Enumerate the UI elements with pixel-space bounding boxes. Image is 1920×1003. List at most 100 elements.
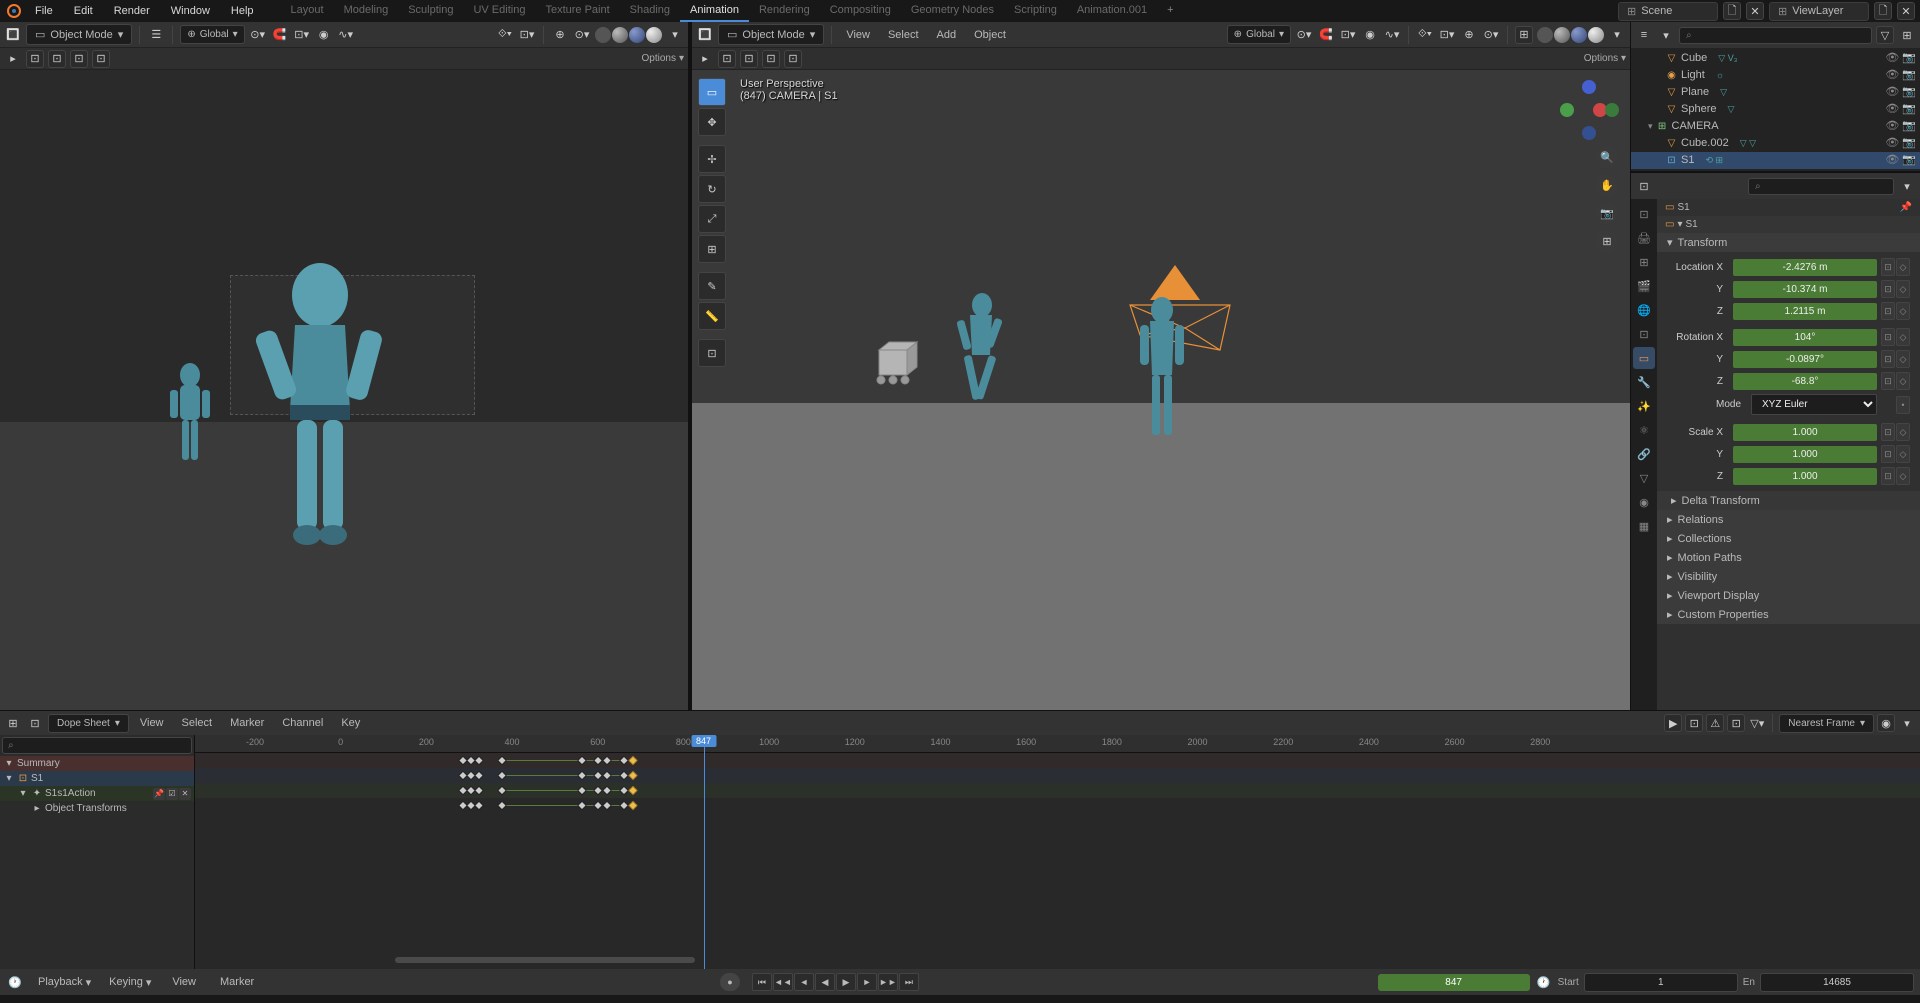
pivot-icon[interactable]: ⊙▾ [249,26,267,44]
rotation-x-field[interactable] [1733,329,1877,346]
workspace-tab-texture-paint[interactable]: Texture Paint [535,0,619,22]
overlay-dd-icon[interactable]: ⊙▾ [573,26,591,44]
shading-mat-r-icon[interactable] [1571,27,1587,43]
overlay-r-icon[interactable]: ⊕ [1460,26,1478,44]
tab-collection[interactable]: ⊡ [1633,323,1655,345]
keyframe[interactable] [628,786,638,796]
options-left[interactable]: Options ▾ [642,53,685,64]
ds-view[interactable]: View [133,714,171,732]
ds-filter2-icon[interactable]: ⊡ [1685,714,1703,732]
ds-prop-icon[interactable]: ◉ [1877,714,1895,732]
workspace-tab-layout[interactable]: Layout [281,0,334,22]
jump-start-button[interactable]: ⏮ [752,973,772,991]
outliner-editor-icon[interactable]: ≡ [1635,26,1653,44]
viewlayer-new-button[interactable]: 🗋 [1874,2,1892,20]
sel-box2-icon[interactable]: ⊡ [48,50,66,68]
outliner-item-sphere[interactable]: ▽Sphere▽👁📷 [1631,101,1920,118]
render-icon[interactable]: 📷 [1902,51,1916,66]
shading-render-icon[interactable] [646,27,662,43]
keyframe[interactable] [497,756,507,766]
tab-world[interactable]: 🌐 [1633,299,1655,321]
pivot-r-icon[interactable]: ⊙▾ [1295,26,1313,44]
timeline-track[interactable] [195,783,1920,798]
tool-settings-r-icon[interactable]: ▸ [696,50,714,68]
menu-help[interactable]: Help [222,2,263,20]
scale-y-field[interactable] [1733,446,1877,463]
tool-cursor[interactable]: ✥ [698,108,726,136]
tab-output[interactable]: 🖨 [1633,227,1655,249]
section-delta[interactable]: ▸ Delta Transform [1657,491,1920,510]
tf-playback[interactable]: Playback ▾ [34,974,95,991]
prop-dd-icon[interactable]: ∿▾ [337,26,355,44]
ds-select[interactable]: Select [175,714,220,732]
selb3-r-icon[interactable]: ⊡ [762,50,780,68]
scene-new-button[interactable]: 🗋 [1723,2,1741,20]
end-frame-field[interactable] [1760,973,1914,992]
outliner[interactable]: ▽Cube▽ V₃👁📷◉Light☼👁📷▽Plane▽👁📷▽Sphere▽👁📷▾… [1631,48,1920,171]
shading-solid-r-icon[interactable] [1554,27,1570,43]
tab-particles[interactable]: ✨ [1633,395,1655,417]
prop-edit-icon[interactable]: ◉ [315,26,333,44]
autokey-icon[interactable]: ● [720,973,740,991]
timeline-graph[interactable]: -200020040060080010001200140016001800200… [195,735,1920,969]
shading-solid-icon[interactable] [612,27,628,43]
tab-render[interactable]: ⊡ [1633,203,1655,225]
tool-settings-icon[interactable]: ▸ [4,50,22,68]
ds-channel[interactable]: Channel [275,714,330,732]
outliner-item-plane[interactable]: ▽Plane▽👁📷 [1631,84,1920,101]
menu-icon[interactable]: ☰ [147,26,165,44]
workspace-tab-shading[interactable]: Shading [620,0,680,22]
workspace-tab-animation[interactable]: Animation [680,0,749,22]
scene-selector[interactable]: ⊞Scene [1618,2,1718,21]
snap-icon[interactable]: 🧲 [271,26,289,44]
keyframe[interactable] [474,801,484,811]
menu-edit[interactable]: Edit [65,2,102,20]
rotation-z-field[interactable] [1733,373,1877,390]
ds-filter1-icon[interactable]: ▶ [1664,714,1682,732]
camera-view-icon[interactable]: 📷 [1596,202,1618,224]
tool-annotate[interactable]: ✎ [698,272,726,300]
tool-scale[interactable]: ⤢ [698,205,726,233]
editor-type-icon[interactable]: 🔳 [4,26,22,44]
ds-filter4-icon[interactable]: ⊡ [1727,714,1745,732]
prop-r-icon[interactable]: ◉ [1361,26,1379,44]
eye-icon[interactable]: 👁 [1885,153,1899,168]
menu-select-r[interactable]: Select [881,26,926,44]
mode-dropdown-right[interactable]: ▭Object Mode▾ [718,24,824,45]
dopesheet-action-icon[interactable]: ⊡ [26,714,44,732]
tab-constraints[interactable]: 🔗 [1633,443,1655,465]
tool-select-box[interactable]: ▭ [698,78,726,106]
f2-r-icon[interactable]: ⊡▾ [1438,26,1456,44]
workspace-tab-rendering[interactable]: Rendering [749,0,820,22]
scale-z-field[interactable] [1733,468,1877,485]
rotation-mode-field[interactable]: XYZ Euler [1751,394,1877,415]
zoom-icon[interactable]: 🔍 [1596,146,1618,168]
playhead[interactable] [704,735,705,969]
shading-render-r-icon[interactable] [1588,27,1604,43]
selb2-r-icon[interactable]: ⊡ [740,50,758,68]
props-editor-icon[interactable]: ⊡ [1635,177,1653,195]
timeline-track[interactable] [195,753,1920,768]
workspace-tab-compositing[interactable]: Compositing [820,0,901,22]
jump-end-button[interactable]: ⏭ [899,973,919,991]
ds-marker[interactable]: Marker [223,714,271,732]
ds-funnel-icon[interactable]: ▽▾ [1748,714,1766,732]
channel-s1[interactable]: ▾⊡S1 [0,771,194,786]
keyframe[interactable] [497,786,507,796]
axis-y-pos[interactable] [1605,103,1619,117]
keyframe[interactable] [602,756,612,766]
snap-dd-icon[interactable]: ⊡▾ [293,26,311,44]
orientation-dd-left[interactable]: ⊕ Global ▾ [180,25,244,44]
keyframe[interactable] [577,771,587,781]
mode-dropdown-left[interactable]: ▭Object Mode▾ [26,24,132,45]
left-viewport[interactable] [0,70,688,710]
workspace-tab-sculpting[interactable]: Sculpting [398,0,463,22]
render-icon[interactable]: 📷 [1902,68,1916,83]
tab-material[interactable]: ◉ [1633,491,1655,513]
keyframe[interactable] [474,756,484,766]
ds-nearest-frame[interactable]: Nearest Frame ▾ [1779,714,1874,733]
location-y-field[interactable] [1733,281,1877,298]
tab-scene[interactable]: 🎬 [1633,275,1655,297]
keyframe[interactable] [628,801,638,811]
selb1-r-icon[interactable]: ⊡ [718,50,736,68]
